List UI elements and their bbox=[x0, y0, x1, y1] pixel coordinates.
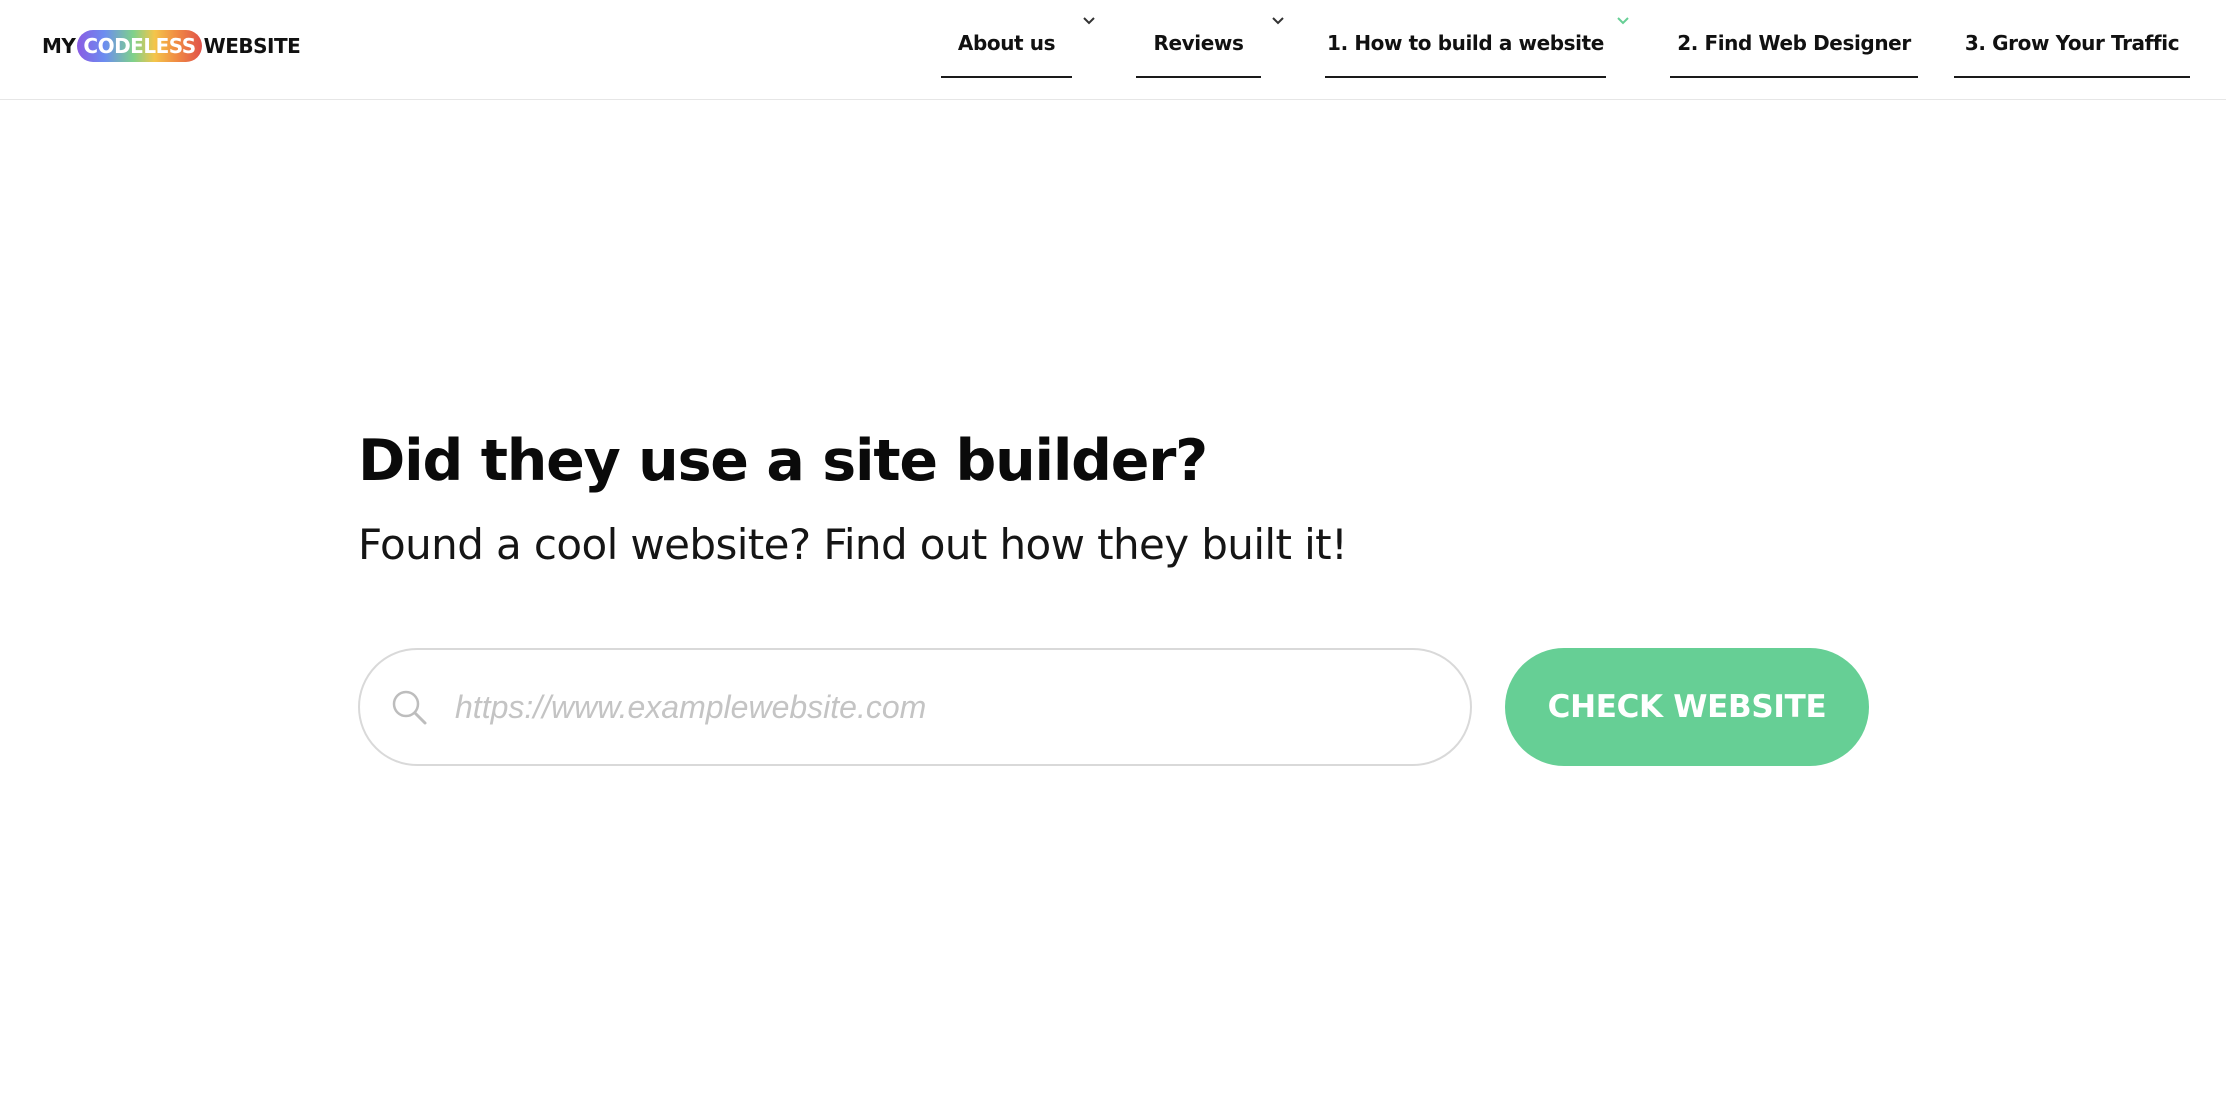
logo-highlight: CODELESS bbox=[77, 30, 202, 62]
nav-item-about-us[interactable]: About us bbox=[941, 0, 1072, 78]
nav-item-grow-traffic[interactable]: 3. Grow Your Traffic bbox=[1954, 0, 2190, 78]
nav-item-reviews[interactable]: Reviews bbox=[1136, 0, 1261, 78]
logo-suffix: WEBSITE bbox=[203, 34, 301, 58]
website-url-input[interactable] bbox=[455, 670, 1435, 744]
site-header: MY CODELESS WEBSITE About us Reviews 1. … bbox=[0, 0, 2226, 100]
page-subtitle: Found a cool website? Find out how they … bbox=[358, 520, 1348, 569]
chevron-down-icon[interactable] bbox=[1271, 16, 1285, 26]
chevron-down-icon[interactable] bbox=[1082, 16, 1096, 26]
search-box[interactable] bbox=[358, 648, 1472, 766]
nav-item-how-to-build[interactable]: 1. How to build a website bbox=[1325, 0, 1606, 78]
chevron-down-icon[interactable] bbox=[1616, 16, 1630, 26]
logo-prefix: MY bbox=[42, 34, 76, 58]
check-website-button[interactable]: CHECK WEBSITE bbox=[1505, 648, 1869, 766]
nav-item-find-web-designer[interactable]: 2. Find Web Designer bbox=[1670, 0, 1918, 78]
page-title: Did they use a site builder? bbox=[358, 428, 1208, 494]
site-logo[interactable]: MY CODELESS WEBSITE bbox=[42, 28, 301, 64]
search-icon bbox=[390, 688, 430, 728]
